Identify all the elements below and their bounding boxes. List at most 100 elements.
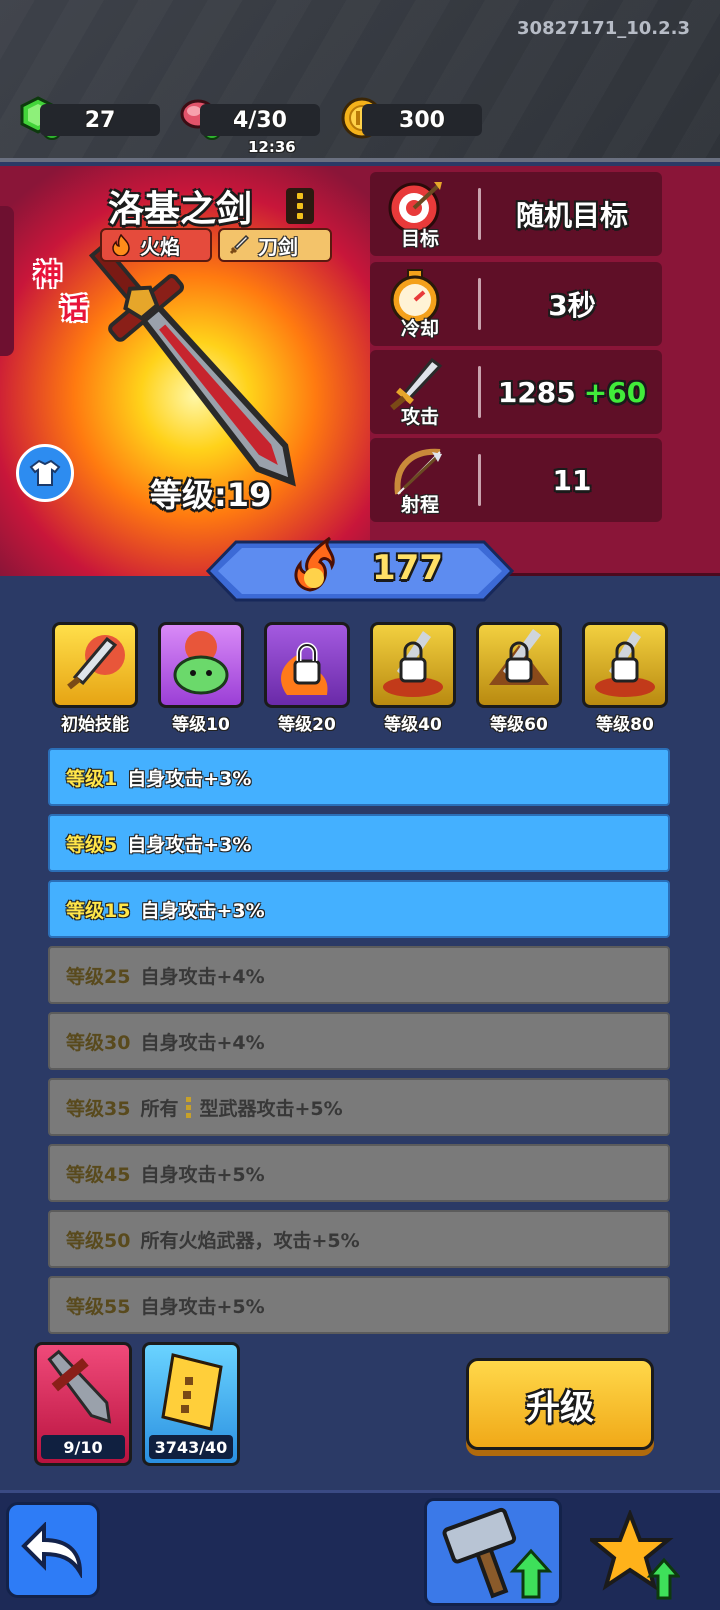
perk-row: 等级25 自身攻击+4% bbox=[48, 946, 670, 1004]
perk-text: 自身攻击+4% bbox=[140, 965, 265, 988]
stat-attack-bonus: +60 bbox=[583, 375, 647, 409]
material-count: 3743/40 bbox=[149, 1435, 233, 1459]
upgrade-button[interactable]: 升级 bbox=[466, 1358, 654, 1450]
perk-row: 等级1 自身攻击+3% bbox=[48, 748, 670, 806]
tag-blade: 刀剑 bbox=[218, 228, 332, 262]
stat-attack: 攻击 1285 +60 bbox=[370, 350, 662, 434]
perk-text: 自身攻击+3% bbox=[127, 833, 252, 856]
stat-attack-value-text: 1285 bbox=[497, 375, 576, 409]
skill-label-initial: 初始技能 bbox=[61, 715, 129, 735]
power-banner bbox=[206, 540, 514, 602]
weapon-panel: 洛基之剑 火焰 刀剑 神 话 等级:19 目标 随机目标 冷却 3秒 攻击 12… bbox=[0, 166, 720, 576]
skill-label-level60: 等级60 bbox=[490, 715, 548, 735]
stat-cooldown-value-text: 3秒 bbox=[548, 289, 596, 322]
stat-target-value: 随机目标 bbox=[482, 172, 662, 256]
stat-range-value: 11 bbox=[482, 438, 662, 522]
perk-level: 等级30 bbox=[66, 1031, 131, 1054]
material-weapon-shard[interactable]: 9/10 bbox=[34, 1342, 132, 1466]
rarity-badge: 神 话 bbox=[34, 258, 88, 326]
skill-level40[interactable] bbox=[370, 622, 456, 708]
side-tab[interactable] bbox=[0, 206, 14, 356]
material-scroll[interactable]: 3743/40 bbox=[142, 1342, 240, 1466]
perk-text: 自身攻击+3% bbox=[127, 767, 252, 790]
tag-fire-label: 火焰 bbox=[140, 234, 180, 259]
blade-fire-lock-icon bbox=[595, 631, 655, 697]
skill-level10[interactable] bbox=[158, 622, 244, 708]
coins-counter: 300 bbox=[362, 104, 482, 136]
perk-row: 等级5 自身攻击+3% bbox=[48, 814, 670, 872]
perk-level: 等级45 bbox=[66, 1163, 131, 1186]
weapon-type-icon bbox=[186, 1096, 192, 1118]
blade-lock-icon bbox=[383, 631, 443, 697]
material-count: 9/10 bbox=[41, 1435, 125, 1459]
stat-target: 目标 随机目标 bbox=[370, 172, 662, 256]
skill-level20[interactable] bbox=[264, 622, 350, 708]
perk-text-prefix: 所有 bbox=[140, 1097, 179, 1120]
stat-cooldown-value: 3秒 bbox=[482, 262, 662, 346]
perk-text: 型武器攻击+5% bbox=[199, 1097, 343, 1120]
perk-text: 自身攻击+3% bbox=[140, 899, 265, 922]
skin-button[interactable] bbox=[16, 444, 74, 502]
energy-timer: 12:36 bbox=[248, 138, 296, 156]
material-count-text: 3743/40 bbox=[154, 1437, 228, 1457]
weapon-name: 洛基之剑 bbox=[108, 189, 253, 230]
top-bar: 30827171_10.2.3 27 4/30 300 bbox=[0, 0, 720, 162]
tag-blade-label: 刀剑 bbox=[258, 234, 298, 259]
perk-row: 等级15 自身攻击+3% bbox=[48, 880, 670, 938]
perk-row: 等级50 所有火焰武器，攻击+5% bbox=[48, 1210, 670, 1268]
fire-lock-icon bbox=[281, 642, 328, 695]
perk-level: 等级25 bbox=[66, 965, 131, 988]
skill-label-level20: 等级20 bbox=[278, 715, 336, 735]
gems-counter: 27 bbox=[40, 104, 160, 136]
skill-level60[interactable] bbox=[476, 622, 562, 708]
perk-level: 等级1 bbox=[66, 767, 118, 790]
weapon-level: 等级:19 bbox=[150, 476, 272, 514]
slime-icon bbox=[173, 631, 229, 695]
sword-shard-icon bbox=[47, 1349, 112, 1424]
stat-attack-label: 攻击 bbox=[400, 406, 439, 428]
sword-explosion-icon bbox=[67, 635, 125, 690]
skill-label-level40: 等级40 bbox=[384, 715, 442, 735]
perk-list[interactable]: 等级1 自身攻击+3% 等级5 自身攻击+3% 等级15 自身攻击+3% 等级25 自身… bbox=[48, 748, 672, 1334]
perk-text: 自身攻击+5% bbox=[140, 1295, 265, 1318]
stat-range: 射程 11 bbox=[370, 438, 662, 522]
shirt-icon bbox=[29, 459, 61, 486]
perk-level: 等级35 bbox=[66, 1097, 131, 1120]
perk-row: 等级55 自身攻击+5% bbox=[48, 1276, 670, 1334]
perk-text: 自身攻击+5% bbox=[140, 1163, 265, 1186]
skill-label-level10: 等级10 bbox=[172, 715, 230, 735]
star-upgrade-button[interactable] bbox=[590, 1510, 680, 1600]
perk-level: 等级55 bbox=[66, 1295, 131, 1318]
power-value: 177 bbox=[372, 548, 443, 588]
sword-icon bbox=[229, 234, 250, 255]
fire-orb-icon bbox=[294, 536, 335, 592]
perk-row: 等级30 自身攻击+4% bbox=[48, 1012, 670, 1070]
forge-button[interactable] bbox=[424, 1498, 562, 1606]
tag-fire: 火焰 bbox=[100, 228, 212, 262]
stat-cooldown: 冷却 3秒 bbox=[370, 262, 662, 346]
perk-row: 等级45 自身攻击+5% bbox=[48, 1144, 670, 1202]
rarity-char-1: 神 bbox=[34, 258, 63, 291]
scroll-icon bbox=[161, 1353, 223, 1431]
skill-level80[interactable] bbox=[582, 622, 668, 708]
perk-level: 等级50 bbox=[66, 1229, 131, 1252]
stat-range-label: 射程 bbox=[400, 494, 439, 516]
weapon-info-icon[interactable] bbox=[286, 188, 314, 224]
back-button[interactable] bbox=[6, 1502, 100, 1598]
stat-attack-value: 1285 +60 bbox=[482, 350, 662, 434]
energy-counter: 4/30 bbox=[200, 104, 320, 136]
back-arrow-icon bbox=[21, 1522, 83, 1578]
material-count-text: 9/10 bbox=[63, 1437, 103, 1457]
skill-initial[interactable] bbox=[52, 622, 138, 708]
skill-label-level80: 等级80 bbox=[596, 715, 654, 735]
stat-target-label: 目标 bbox=[400, 228, 439, 250]
perk-row: 等级35 所有 型武器攻击+5% bbox=[48, 1078, 670, 1136]
perk-level: 等级15 bbox=[66, 899, 131, 922]
flame-icon bbox=[112, 234, 130, 256]
perk-level: 等级5 bbox=[66, 833, 118, 856]
rarity-char-2: 话 bbox=[60, 292, 89, 325]
stat-target-value-text: 随机目标 bbox=[515, 199, 628, 232]
perk-text: 所有火焰武器，攻击+5% bbox=[140, 1229, 360, 1252]
stat-range-value-text: 11 bbox=[552, 463, 592, 497]
perk-text: 自身攻击+4% bbox=[140, 1031, 265, 1054]
